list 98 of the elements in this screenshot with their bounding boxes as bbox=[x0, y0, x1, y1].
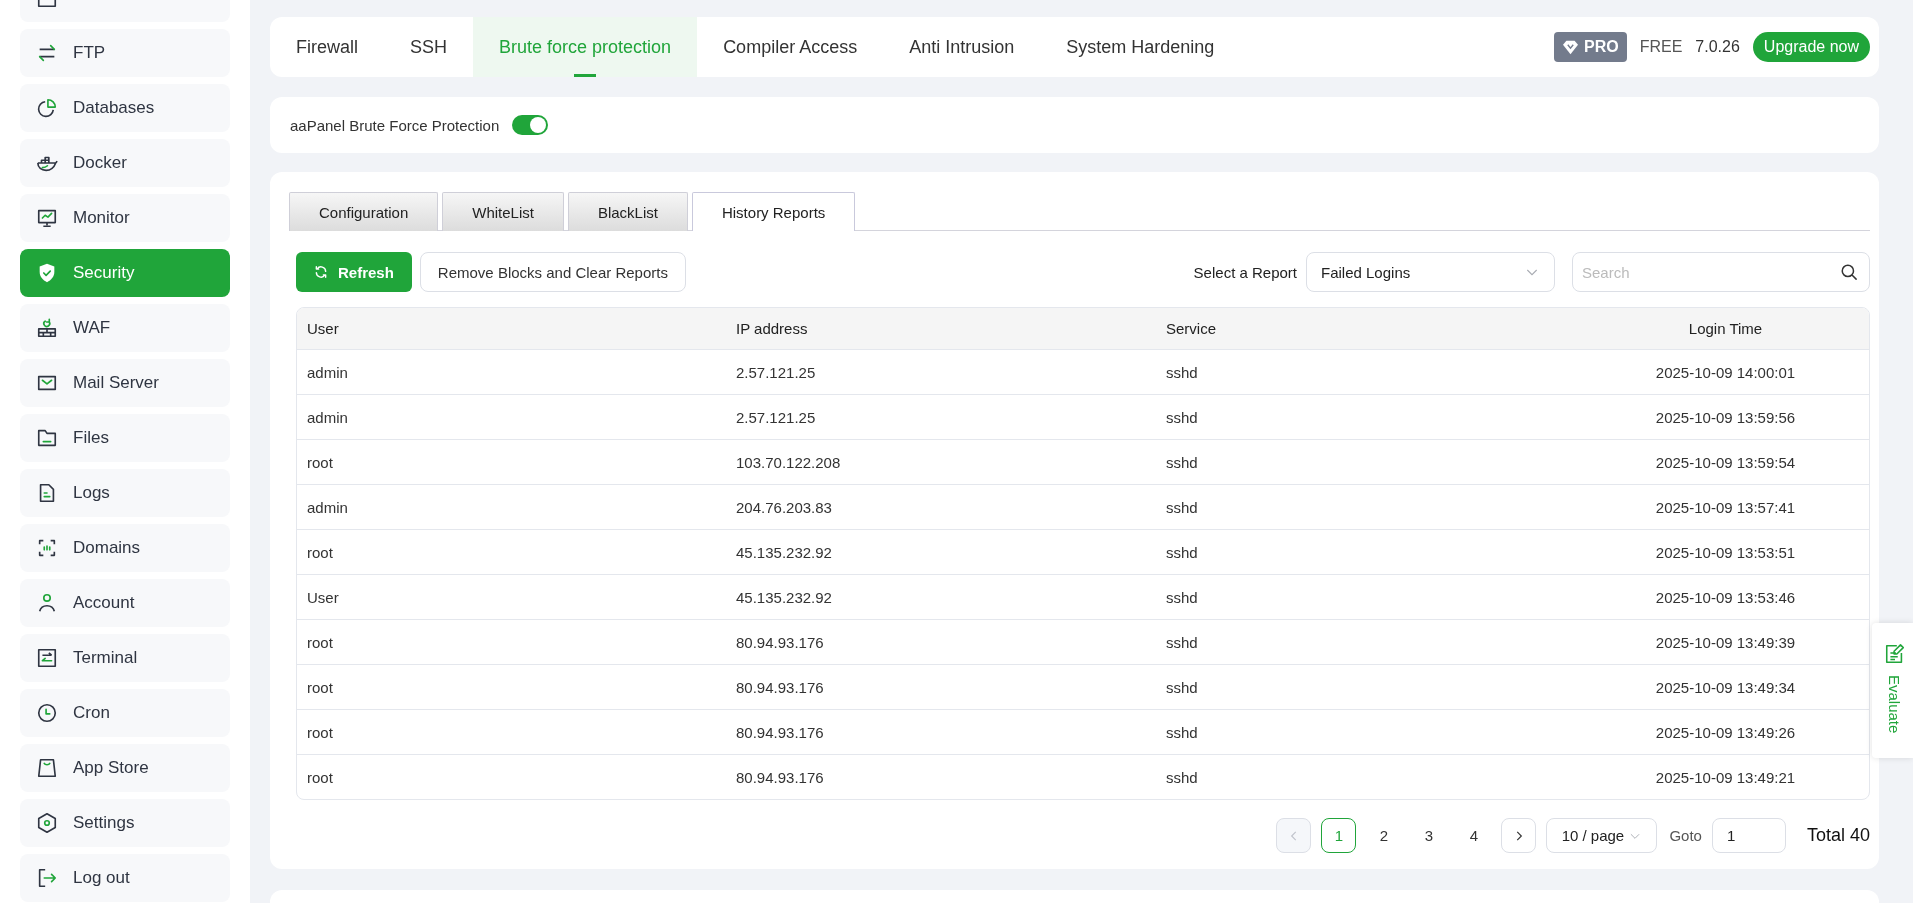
tab[interactable]: System Hardening bbox=[1040, 17, 1241, 77]
sidebar-item[interactable]: Account bbox=[20, 579, 230, 627]
clock-icon bbox=[36, 702, 58, 724]
table-cell-text: sshd bbox=[1165, 408, 1199, 426]
column-header: Service bbox=[1165, 320, 1218, 337]
sidebar-item[interactable]: FTP bbox=[20, 29, 230, 77]
page-size-select[interactable]: 10 / page bbox=[1546, 818, 1658, 853]
total-label: Total 40 bbox=[1806, 825, 1870, 846]
logout-icon bbox=[36, 867, 58, 889]
pie-chart-icon bbox=[36, 97, 58, 119]
column-header: User bbox=[306, 320, 340, 337]
diamond-icon bbox=[1562, 39, 1579, 55]
table-cell-text: 2025-10-09 13:49:39 bbox=[1654, 633, 1797, 651]
table-cell-text: 2025-10-09 13:57:41 bbox=[1654, 498, 1797, 516]
table-cell-text: sshd bbox=[1165, 723, 1199, 741]
table-cell-text: sshd bbox=[1165, 633, 1199, 651]
sidebar-item[interactable]: Monitor bbox=[20, 194, 230, 242]
sidebar-item[interactable]: Logs bbox=[20, 469, 230, 517]
next-page-button[interactable] bbox=[1501, 818, 1537, 853]
table-cell-text: 2025-10-09 13:59:56 bbox=[1654, 408, 1797, 426]
sidebar-item[interactable]: Terminal bbox=[20, 634, 230, 682]
table-cell-text: root bbox=[306, 633, 334, 651]
table-cell-text: root bbox=[306, 723, 334, 741]
table-cell-text: 2.57.121.25 bbox=[735, 408, 817, 426]
column-header: Login Time bbox=[1687, 320, 1764, 337]
tab[interactable]: Compiler Access bbox=[697, 17, 884, 77]
search-field[interactable]: Search bbox=[1572, 252, 1870, 292]
table-cell-text: sshd bbox=[1165, 498, 1199, 516]
sidebar-item[interactable]: App Store bbox=[20, 744, 230, 792]
monitor-icon bbox=[36, 207, 58, 229]
table-cell-text: User bbox=[306, 588, 340, 606]
protection-label: aaPanel Brute Force Protection bbox=[290, 116, 500, 134]
table-cell-text: 2025-10-09 14:00:01 bbox=[1654, 363, 1797, 381]
sidebar-item[interactable]: Log out bbox=[20, 854, 230, 902]
sub-tab[interactable]: WhiteList bbox=[442, 192, 564, 231]
sidebar-item[interactable]: Mail Server bbox=[20, 359, 230, 407]
brick-wall-icon bbox=[36, 317, 58, 339]
goto-input[interactable]: 1 bbox=[1711, 818, 1786, 853]
report-select-label: Select a Report bbox=[1193, 263, 1297, 281]
sub-tab[interactable]: Configuration bbox=[289, 192, 439, 231]
table-cell-text: sshd bbox=[1165, 543, 1199, 561]
goto-label: Goto bbox=[1669, 827, 1702, 844]
table-cell-text: 80.94.93.176 bbox=[735, 633, 825, 651]
tab[interactable]: Anti Intrusion bbox=[883, 17, 1041, 77]
sidebar-item[interactable]: Databases bbox=[20, 84, 230, 132]
version-label: 7.0.26 bbox=[1695, 38, 1740, 56]
sub-tab[interactable]: History Reports bbox=[691, 192, 856, 231]
square-arrows-icon bbox=[36, 647, 58, 669]
toggle-switch[interactable] bbox=[512, 115, 549, 135]
table-cell-text: 103.70.122.208 bbox=[735, 453, 842, 471]
sub-tab[interactable]: BlackList bbox=[567, 192, 688, 231]
table-cell-text: admin bbox=[306, 363, 349, 381]
table-cell-text: 80.94.93.176 bbox=[735, 768, 825, 786]
table-cell-text: 2025-10-09 13:59:54 bbox=[1654, 453, 1797, 471]
table-cell-text: sshd bbox=[1165, 678, 1199, 696]
table-cell-text: sshd bbox=[1165, 588, 1199, 606]
table-cell-text: 45.135.232.92 bbox=[735, 588, 833, 606]
sidebar-item[interactable]: Files bbox=[20, 414, 230, 462]
pro-button[interactable]: PRO bbox=[1554, 32, 1627, 62]
table-cell-text: 45.135.232.92 bbox=[735, 543, 833, 561]
folder-icon bbox=[36, 427, 58, 449]
edit-note-icon bbox=[1883, 643, 1906, 665]
column-header: IP address bbox=[735, 320, 809, 337]
table-cell-text: admin bbox=[306, 498, 349, 516]
sidebar-item[interactable]: Settings bbox=[20, 799, 230, 847]
sidebar-item[interactable]: Docker bbox=[20, 139, 230, 187]
bag-icon bbox=[36, 757, 58, 779]
clear-reports-button[interactable]: Remove Blocks and Clear Reports bbox=[419, 252, 686, 292]
tab[interactable]: SSH bbox=[384, 17, 474, 77]
table-cell-text: admin bbox=[306, 408, 349, 426]
table-cell-text: 2025-10-09 13:49:21 bbox=[1654, 768, 1797, 786]
table-cell-text: sshd bbox=[1165, 453, 1199, 471]
table-cell-text: 2025-10-09 13:53:46 bbox=[1654, 588, 1797, 606]
table-cell-text: 2025-10-09 13:53:51 bbox=[1654, 543, 1797, 561]
table-cell-text: root bbox=[306, 678, 334, 696]
transfer-arrows-icon bbox=[36, 42, 58, 64]
table-cell-text: 80.94.93.176 bbox=[735, 678, 825, 696]
search-icon bbox=[1840, 263, 1858, 281]
table-cell-text: 2.57.121.25 bbox=[735, 363, 817, 381]
table-cell-text: root bbox=[306, 543, 334, 561]
table-cell-text: root bbox=[306, 768, 334, 786]
table-cell-text: sshd bbox=[1165, 768, 1199, 786]
sidebar-item[interactable]: WAF bbox=[20, 304, 230, 352]
refresh-icon bbox=[314, 265, 328, 279]
plan-label: FREE bbox=[1639, 38, 1683, 56]
table-cell-text: 2025-10-09 13:49:34 bbox=[1654, 678, 1797, 696]
table-cell-text: 2025-10-09 13:49:26 bbox=[1654, 723, 1797, 741]
focus-frame-icon bbox=[36, 537, 58, 559]
table-cell-text: root bbox=[306, 453, 334, 471]
user-icon bbox=[36, 592, 58, 614]
table-cell-text: 204.76.203.83 bbox=[735, 498, 833, 516]
report-select[interactable]: Failed Logins bbox=[1306, 252, 1555, 292]
tab[interactable]: Firewall bbox=[270, 17, 384, 77]
sidebar-item[interactable]: Domains bbox=[20, 524, 230, 572]
settings-icon bbox=[36, 812, 58, 834]
table-cell-text: sshd bbox=[1165, 363, 1199, 381]
table-cell-text: 80.94.93.176 bbox=[735, 723, 825, 741]
sidebar-item[interactable]: Cron bbox=[20, 689, 230, 737]
